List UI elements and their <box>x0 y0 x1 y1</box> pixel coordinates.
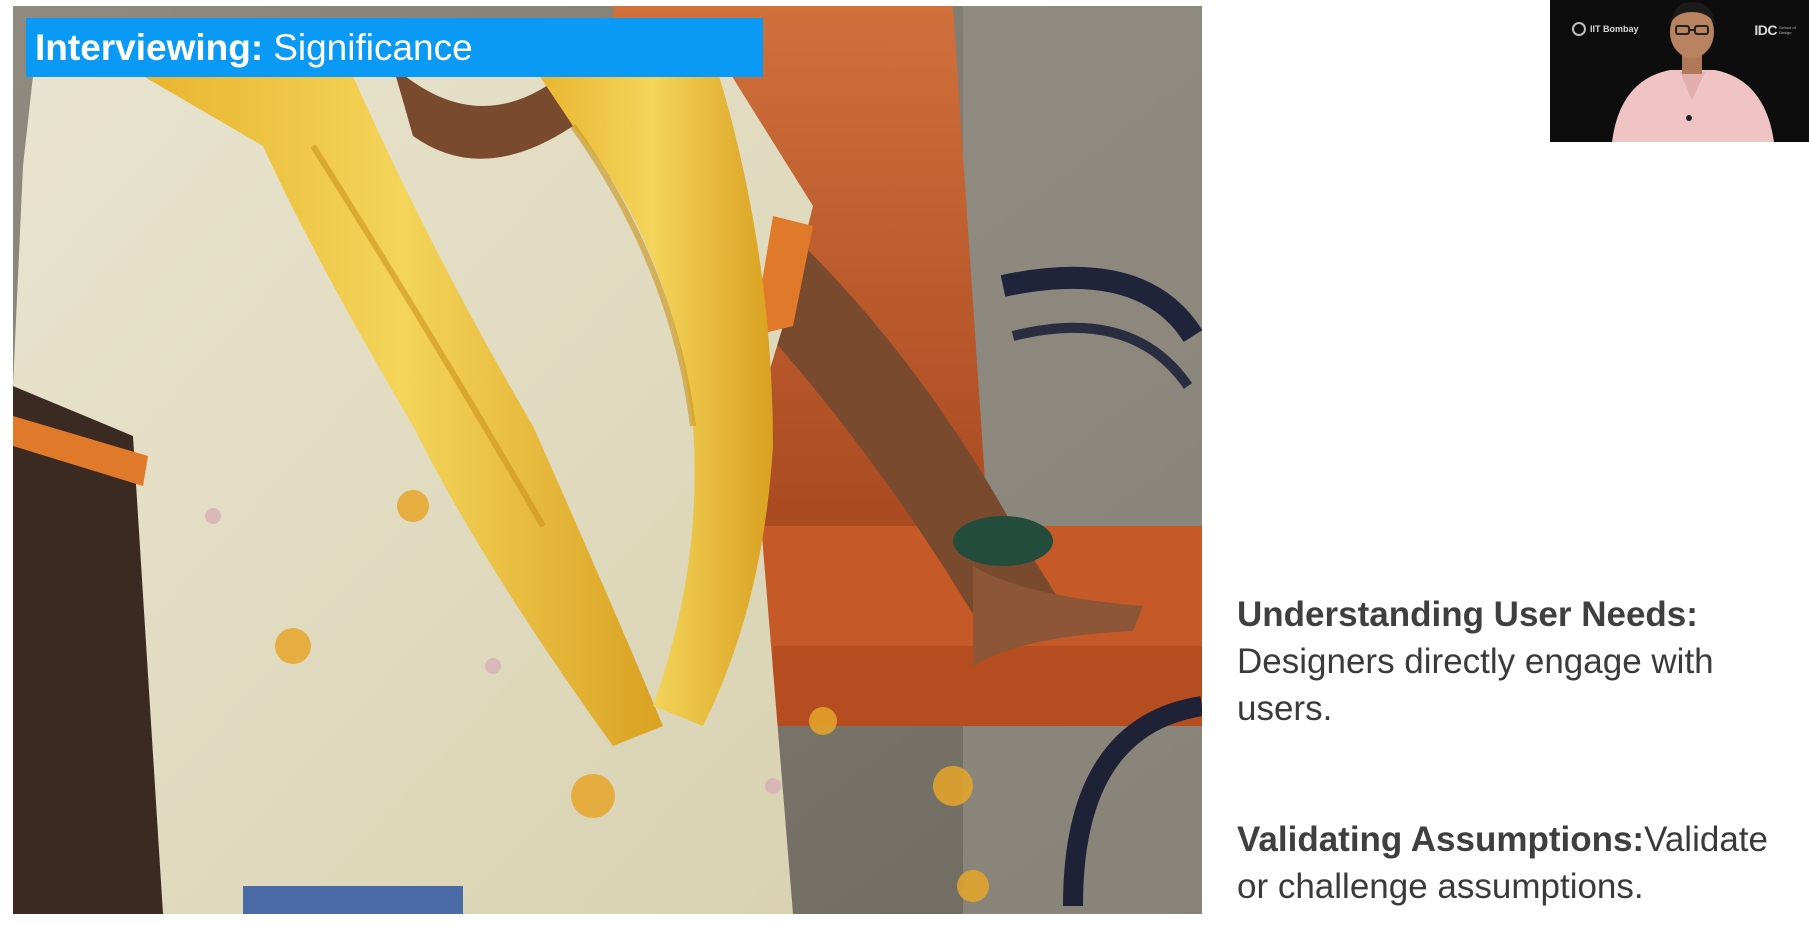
idc-logo-subtext: School of Design <box>1779 25 1796 35</box>
slide-photo <box>13 6 1202 914</box>
slide-title-bold: Interviewing: <box>35 27 264 68</box>
point-validating-assumptions: Validating Assumptions:Validate or chall… <box>1237 816 1797 910</box>
point-text: Designers directly engage with users. <box>1237 642 1714 728</box>
slide-title-banner: Interviewing: Significance <box>26 18 763 77</box>
iit-bombay-seal-icon <box>1572 22 1586 36</box>
iit-bombay-logo: IIT Bombay <box>1572 22 1639 36</box>
point-title: Understanding User Needs: <box>1237 595 1698 634</box>
iit-bombay-logo-text: IIT Bombay <box>1590 24 1639 34</box>
idc-logo: IDC School of Design <box>1754 22 1805 38</box>
point-understanding-user-needs: Understanding User Needs: Designers dire… <box>1237 591 1797 732</box>
presenter-video: IIT Bombay IDC School of Design <box>1550 0 1809 142</box>
point-title: Validating Assumptions: <box>1237 820 1645 859</box>
idc-logo-text: IDC <box>1754 22 1777 38</box>
slide-title-light: Significance <box>273 27 473 68</box>
slide: Interviewing: Significance Understanding… <box>0 0 1809 926</box>
